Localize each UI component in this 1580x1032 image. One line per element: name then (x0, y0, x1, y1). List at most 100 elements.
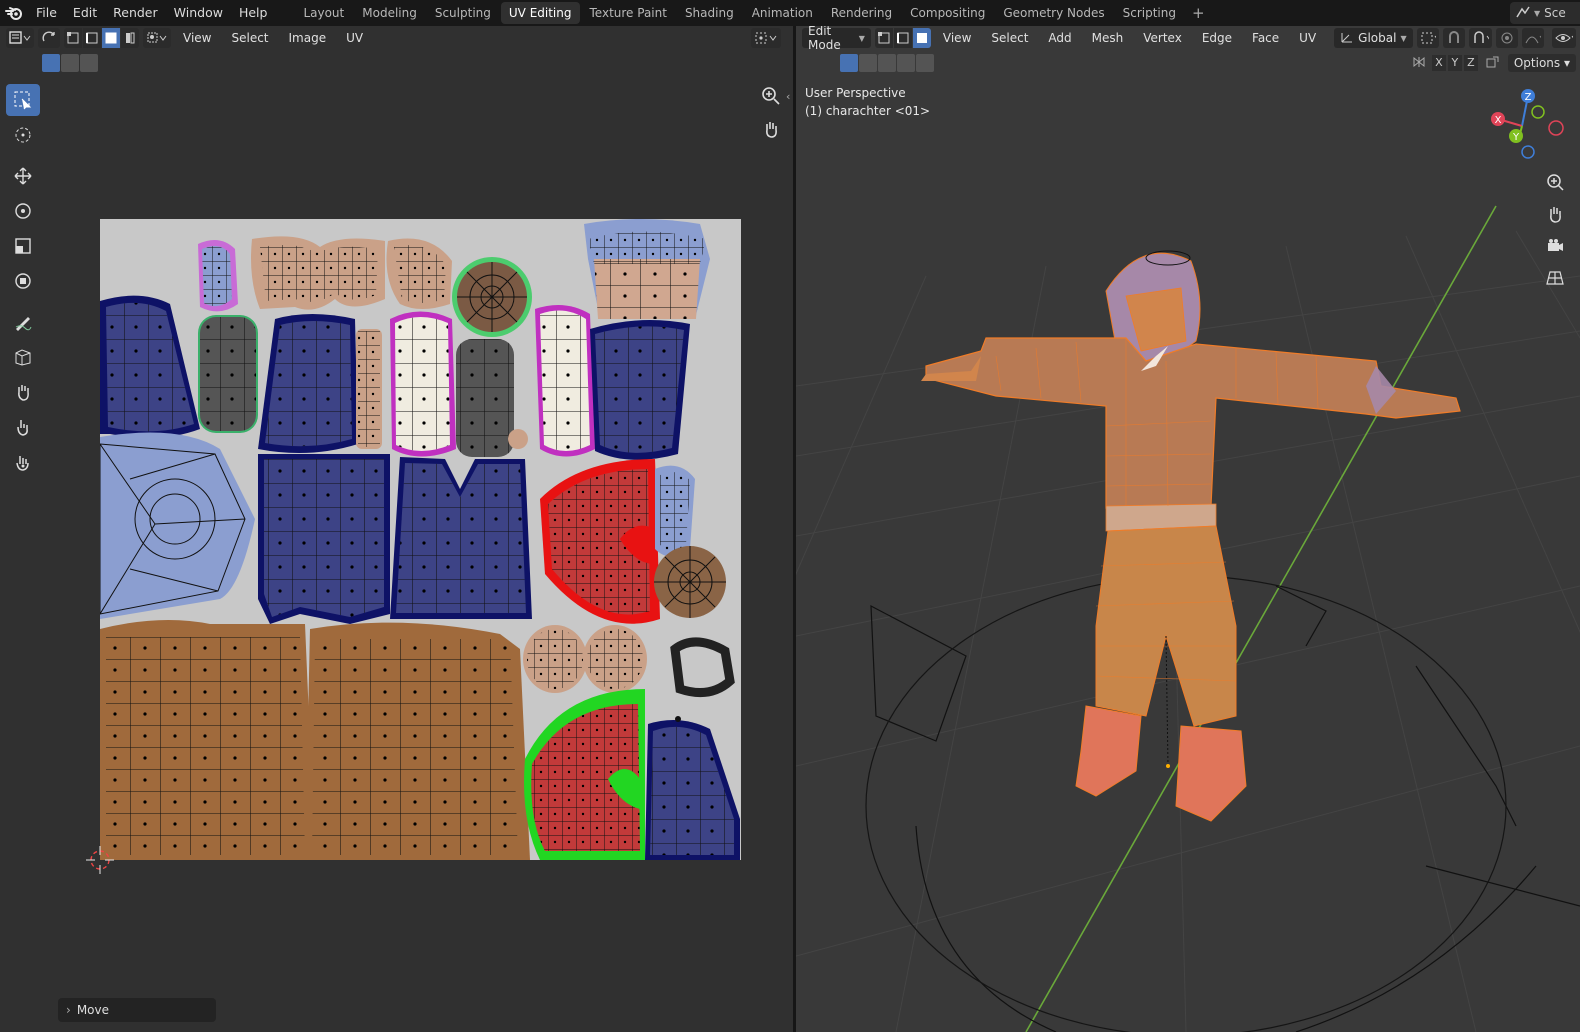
uv-menu-uv[interactable]: UV (338, 26, 371, 50)
menu-window[interactable]: Window (166, 0, 231, 26)
vp-select-extend-icon[interactable] (859, 54, 877, 72)
pivot-point-icon[interactable] (751, 28, 781, 48)
pan-hand-icon[interactable] (761, 119, 781, 142)
camera-icon[interactable] (1542, 234, 1568, 258)
vp-menu-edge[interactable]: Edge (1194, 26, 1240, 50)
annotate-tool-icon[interactable] (6, 306, 40, 338)
tab-scripting[interactable]: Scripting (1115, 2, 1184, 24)
vp-menu-add[interactable]: Add (1040, 26, 1079, 50)
3d-viewport[interactable]: Edit Mode ▼ View Select Add Mesh Vertex … (796, 26, 1580, 1032)
tab-uv-editing[interactable]: UV Editing (500, 2, 580, 24)
collapse-sidebar-icon[interactable]: ‹ (786, 90, 790, 103)
uv-island-blue-torso-left (258, 454, 390, 624)
vp-menu-view[interactable]: View (935, 26, 979, 50)
menu-file[interactable]: File (28, 0, 65, 26)
select-new-icon[interactable] (42, 54, 60, 72)
menu-help[interactable]: Help (231, 0, 276, 26)
snap-icon[interactable] (1443, 28, 1466, 48)
vp-select-intersect-icon[interactable] (916, 54, 934, 72)
menu-edit[interactable]: Edit (65, 0, 105, 26)
zoom-icon[interactable] (761, 86, 781, 109)
svg-text:Z: Z (1525, 92, 1532, 103)
menu-render[interactable]: Render (105, 0, 166, 26)
sticky-selection-icon[interactable] (143, 28, 171, 48)
relax-tool-icon[interactable] (6, 411, 40, 443)
tab-rendering[interactable]: Rendering (823, 2, 900, 24)
uv-island-dark-ring (670, 637, 735, 698)
2d-cursor-icon[interactable] (86, 846, 114, 874)
tab-compositing[interactable]: Compositing (902, 2, 993, 24)
transform-tool-icon[interactable] (6, 265, 40, 297)
uv-texture-canvas[interactable] (100, 219, 741, 860)
snap-target-icon[interactable] (1469, 28, 1492, 48)
options-dropdown[interactable]: Options ▾ (1507, 54, 1576, 72)
vp-select-new-icon[interactable] (840, 54, 858, 72)
select-subtract-icon[interactable] (80, 54, 98, 72)
pivot-icon[interactable] (1416, 28, 1440, 48)
tab-texture-paint[interactable]: Texture Paint (582, 2, 675, 24)
uv-editor[interactable]: View Select Image UV ‹ › Move (0, 26, 793, 1032)
face-select-icon[interactable] (102, 28, 120, 48)
mirror-y-toggle[interactable]: Y (1447, 55, 1462, 71)
face-mode-icon[interactable] (912, 28, 931, 48)
cursor-tool-icon[interactable] (6, 119, 40, 151)
select-extend-icon[interactable] (61, 54, 79, 72)
auto-merge-icon[interactable] (1486, 55, 1500, 72)
uv-island-small-blue-top (198, 240, 238, 312)
orientation-icon (1340, 31, 1354, 46)
tab-animation[interactable]: Animation (744, 2, 821, 24)
perspective-grid-icon[interactable] (1542, 266, 1568, 290)
vp-menu-mesh[interactable]: Mesh (1084, 26, 1132, 50)
proportional-edit-icon[interactable] (1495, 28, 1518, 48)
sync-selection-icon[interactable] (38, 28, 60, 48)
mirror-x-toggle[interactable]: X (1431, 55, 1446, 71)
rotate-tool-icon[interactable] (6, 195, 40, 227)
grab-tool-icon[interactable] (6, 376, 40, 408)
tab-geometry-nodes[interactable]: Geometry Nodes (995, 2, 1112, 24)
vp-select-subtract-icon[interactable] (878, 54, 896, 72)
tab-sculpting[interactable]: Sculpting (427, 2, 499, 24)
vp-menu-vertex[interactable]: Vertex (1135, 26, 1190, 50)
island-select-icon[interactable] (121, 28, 139, 48)
scene-name: Sce (1544, 6, 1566, 20)
tab-shading[interactable]: Shading (677, 2, 742, 24)
move-tool-icon[interactable] (6, 160, 40, 192)
select-box-tool-icon[interactable] (6, 84, 40, 116)
uv-island-brown-pants-left (100, 620, 315, 860)
uv-menu-view[interactable]: View (175, 26, 219, 50)
viewport-nav-buttons (1542, 170, 1568, 290)
uv-menu-select[interactable]: Select (223, 26, 276, 50)
vp-menu-select[interactable]: Select (983, 26, 1036, 50)
mirror-butterfly-icon[interactable] (1412, 55, 1426, 72)
scene-selector[interactable]: ▼ Sce (1510, 2, 1580, 24)
vertex-mode-icon[interactable] (874, 28, 893, 48)
vp-select-invert-icon[interactable] (897, 54, 915, 72)
last-operator-panel[interactable]: › Move (58, 998, 216, 1022)
vp-menu-face[interactable]: Face (1244, 26, 1287, 50)
blender-logo-icon[interactable] (0, 0, 28, 26)
scale-tool-icon[interactable] (6, 230, 40, 262)
uv-menu-image[interactable]: Image (281, 26, 335, 50)
tab-layout[interactable]: Layout (295, 2, 352, 24)
mode-selector[interactable]: Edit Mode ▼ (802, 26, 871, 52)
transform-orientation-dropdown[interactable]: Global ▼ (1334, 28, 1413, 48)
pinch-tool-icon[interactable] (6, 446, 40, 478)
pan-hand-icon[interactable] (1542, 202, 1568, 226)
edge-mode-icon[interactable] (893, 28, 912, 48)
navigation-gizmo[interactable]: Z X Y (1486, 84, 1566, 164)
uv-island-dark-gray-left (198, 315, 258, 433)
editor-type-button[interactable] (6, 28, 34, 48)
zoom-icon[interactable] (1542, 170, 1568, 194)
visibility-icon[interactable] (1552, 28, 1576, 48)
uv-rip-tool-icon[interactable] (6, 341, 40, 373)
falloff-icon[interactable] (1521, 28, 1545, 48)
tab-modeling[interactable]: Modeling (354, 2, 425, 24)
edge-select-icon[interactable] (83, 28, 101, 48)
workspace-tabs: Layout Modeling Sculpting UV Editing Tex… (295, 0, 1210, 26)
vp-menu-uv[interactable]: UV (1291, 26, 1324, 50)
chevron-down-icon: ▼ (1400, 33, 1407, 43)
character-mesh (921, 250, 1461, 822)
mirror-z-toggle[interactable]: Z (1463, 55, 1478, 71)
vertex-select-icon[interactable] (64, 28, 82, 48)
add-workspace-button[interactable]: + (1186, 4, 1211, 22)
